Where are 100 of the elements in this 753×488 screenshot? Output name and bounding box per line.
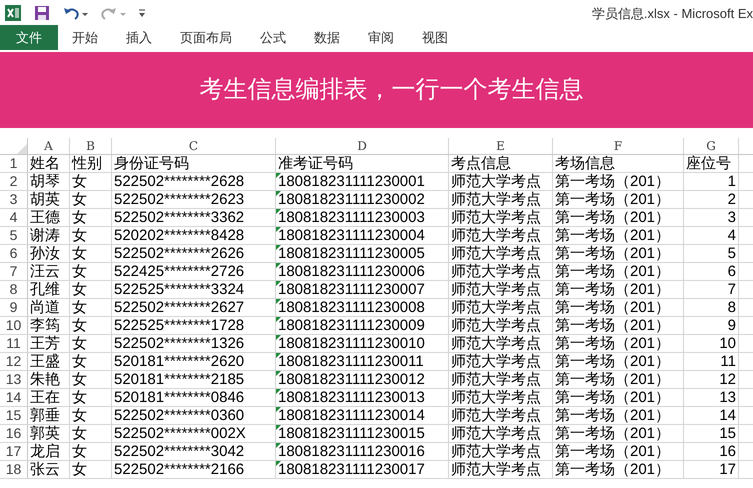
row-header[interactable]: 11 (0, 335, 28, 352)
table-cell: 180818231111230017 (278, 461, 425, 478)
table-cell: 第一考场（201） (555, 227, 670, 244)
table-cell: 180818231111230013 (278, 389, 425, 406)
table-cell: 孔维 (30, 281, 60, 298)
table-cell: 12 (719, 371, 736, 388)
table-cell: 汪云 (30, 263, 60, 280)
table-cell: 第一考场（201） (555, 173, 670, 190)
row-header[interactable]: 7 (0, 263, 28, 280)
table-cell: 女 (72, 245, 87, 262)
file-tab[interactable]: 文件 (0, 25, 58, 50)
column-header[interactable]: G (684, 138, 739, 154)
table-cell: 女 (72, 407, 87, 424)
table-cell: 女 (72, 461, 87, 478)
table-cell: 第一考场（201） (555, 209, 670, 226)
table-cell: 180818231111230010 (278, 335, 425, 352)
table-cell: 第一考场（201） (555, 371, 670, 388)
row-header[interactable]: 15 (0, 407, 28, 424)
table-cell: 师范大学考点 (451, 263, 541, 280)
table-cell: 9 (728, 317, 736, 334)
table-cell: 王盛 (30, 353, 60, 370)
table-cell: 8 (728, 299, 736, 316)
table-cell: 师范大学考点 (451, 191, 541, 208)
column-header[interactable]: A (28, 138, 70, 154)
table-cell: 522502********0360 (114, 407, 244, 424)
customize-toolbar-icon[interactable] (138, 8, 146, 18)
row-header[interactable]: 9 (0, 299, 28, 316)
column-header[interactable]: D (276, 138, 449, 154)
table-cell: 胡琴 (30, 173, 60, 190)
table-cell: 郭垂 (30, 407, 60, 424)
table-cell: 7 (728, 281, 736, 298)
table-cell: 522502********2626 (114, 245, 244, 262)
table-cell: 孙汝 (30, 245, 60, 262)
triangle-icon (17, 144, 27, 154)
table-cell: 第一考场（201） (555, 407, 670, 424)
table-cell: 师范大学考点 (451, 335, 541, 352)
table-cell: 师范大学考点 (451, 209, 541, 226)
save-icon[interactable] (34, 4, 50, 20)
row-header[interactable]: 3 (0, 191, 28, 208)
table-cell: 尚道 (30, 299, 60, 316)
row-header[interactable]: 14 (0, 389, 28, 406)
table-cell: 第一考场（201） (555, 461, 670, 478)
table-cell: 师范大学考点 (451, 173, 541, 190)
row-header[interactable]: 10 (0, 317, 28, 334)
table-cell: 15 (719, 425, 736, 442)
table-cell: 180818231111230012 (278, 371, 425, 388)
table-cell: 座位号 (686, 155, 731, 172)
table-cell: 胡英 (30, 191, 60, 208)
table-cell: 女 (72, 227, 87, 244)
table-cell: 龙启 (30, 443, 60, 460)
ribbon-tab[interactable]: 审阅 (354, 25, 408, 50)
table-cell: 王芳 (30, 335, 60, 352)
ribbon-tab[interactable]: 开始 (58, 25, 112, 50)
table-cell: 180818231111230005 (278, 245, 425, 262)
row-header[interactable]: 8 (0, 281, 28, 298)
table-cell: 522502********1326 (114, 335, 244, 352)
row-header[interactable]: 4 (0, 209, 28, 226)
row-header[interactable]: 12 (0, 353, 28, 370)
excel-logo-icon (4, 4, 22, 22)
table-cell: 考场信息 (555, 155, 615, 172)
ribbon-tab[interactable]: 公式 (246, 25, 300, 50)
table-cell: 谢涛 (30, 227, 60, 244)
table-cell: 180818231111230003 (278, 209, 425, 226)
table-cell: 师范大学考点 (451, 317, 541, 334)
column-header[interactable]: B (70, 138, 112, 154)
row-header[interactable]: 2 (0, 173, 28, 190)
table-cell: 师范大学考点 (451, 425, 541, 442)
table-cell: 女 (72, 299, 87, 316)
ribbon-tab[interactable]: 视图 (408, 25, 462, 50)
row-header[interactable]: 5 (0, 227, 28, 244)
table-cell: 师范大学考点 (451, 443, 541, 460)
table-cell: 180818231111230014 (278, 407, 425, 424)
table-cell: 师范大学考点 (451, 353, 541, 370)
table-cell: 522502********2166 (114, 461, 244, 478)
column-header[interactable]: C (112, 138, 276, 154)
row-header[interactable]: 18 (0, 461, 28, 478)
table-cell: 王在 (30, 389, 60, 406)
table-cell: 女 (72, 209, 87, 226)
table-cell: 180818231111230011 (278, 353, 424, 370)
row-header[interactable]: 13 (0, 371, 28, 388)
table-cell: 女 (72, 263, 87, 280)
row-header[interactable]: 1 (0, 155, 28, 172)
ribbon-tab[interactable]: 插入 (112, 25, 166, 50)
row-header[interactable]: 6 (0, 245, 28, 262)
table-cell: 第一考场（201） (555, 191, 670, 208)
table-cell: 师范大学考点 (451, 461, 541, 478)
ribbon-tab[interactable]: 数据 (300, 25, 354, 50)
column-header[interactable]: F (553, 138, 684, 154)
table-cell: 女 (72, 317, 87, 334)
row-header[interactable]: 16 (0, 425, 28, 442)
table-cell: 522525********3324 (114, 281, 244, 298)
table-cell: 180818231111230002 (278, 191, 425, 208)
table-cell: 第一考场（201） (555, 335, 670, 352)
table-cell: 张云 (30, 461, 60, 478)
table-cell: 520181********2185 (114, 371, 244, 388)
row-header[interactable]: 17 (0, 443, 28, 460)
column-header[interactable]: E (449, 138, 553, 154)
ribbon-tab[interactable]: 页面布局 (166, 25, 246, 50)
table-cell: 180818231111230007 (278, 281, 425, 298)
table-cell: 第一考场（201） (555, 317, 670, 334)
